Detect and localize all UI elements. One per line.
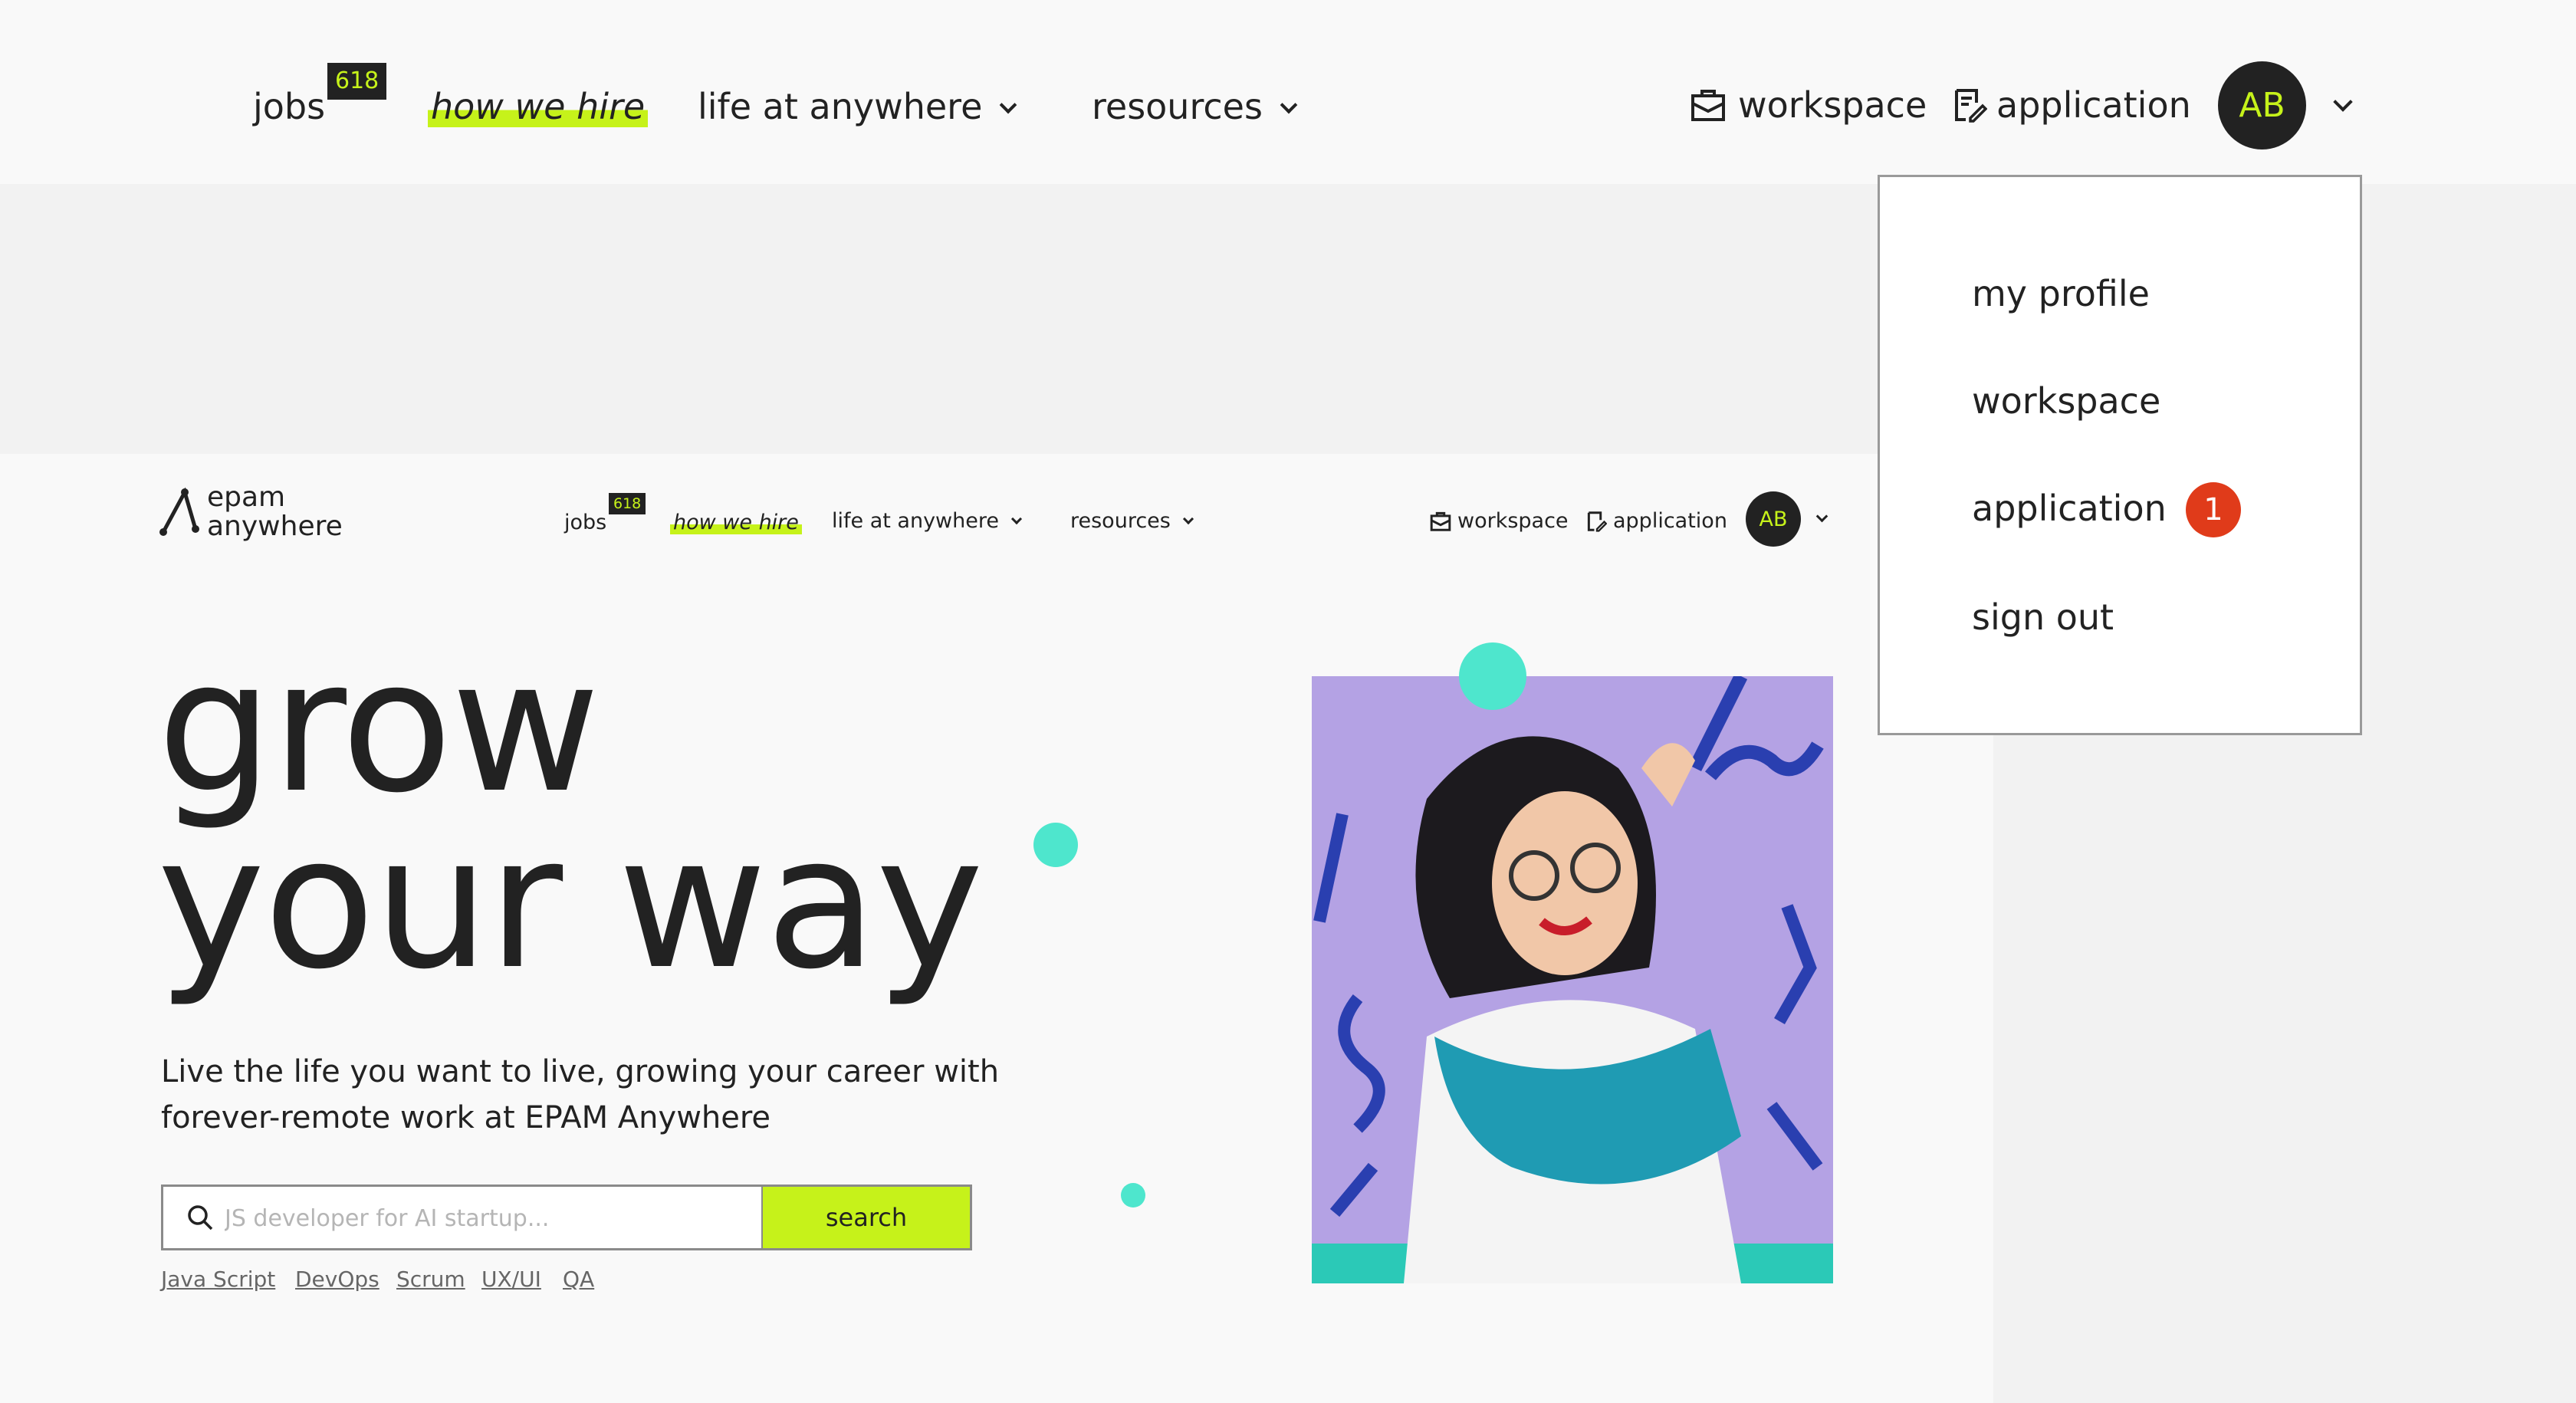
page-nav-application-label: application [1613,509,1727,533]
tag-javascript-link[interactable]: Java Script [161,1267,275,1292]
jobs-count-badge: 618 [327,63,387,100]
menu-item-sign-out[interactable]: sign out [1972,596,2114,638]
search-input[interactable] [225,1201,746,1236]
page-nav-workspace-label: workspace [1457,509,1569,533]
tag-devops-link[interactable]: DevOps [295,1267,380,1292]
hero-subtitle: Live the life you want to live, growing … [161,1054,1000,1135]
chevron-down-icon [1010,513,1023,525]
decorative-dot [1033,823,1078,867]
application-notification-badge: 1 [2186,482,2241,537]
epam-logo-icon [159,486,205,540]
logo-line-1: epam [207,481,286,513]
chevron-down-icon [1182,513,1194,525]
chevron-down-icon [1000,96,1017,114]
workspace-briefcase-icon [1691,90,1725,121]
page-nav-how-we-hire-link[interactable]: how we hire [670,511,802,534]
hero-title-line-2: your way [157,797,984,1010]
page-nav-application-link[interactable]: application [1587,509,1727,533]
menu-item-my-profile[interactable]: my profile [1972,273,2150,314]
tag-scrum-link[interactable]: Scrum [396,1267,465,1292]
nav-resources-menu[interactable]: resources [1092,86,1298,127]
page-nav-resources-menu[interactable]: resources [1070,509,1194,533]
menu-item-application[interactable]: application [1972,488,2167,529]
search-icon [188,1205,213,1230]
menu-item-workspace[interactable]: workspace [1972,380,2160,422]
application-document-icon [1955,89,1987,123]
nav-life-at-anywhere-menu[interactable]: life at anywhere [698,86,1017,127]
nav-resources-label: resources [1092,86,1263,127]
nav-how-we-hire-link[interactable]: how we hire [428,86,649,127]
page-nav-how-we-hire-label: how we hire [670,511,802,534]
job-search-box [161,1184,764,1250]
page-nav-jobs-link[interactable]: jobs [564,511,606,534]
search-button[interactable]: search [763,1184,972,1250]
account-dropdown-menu: my profile workspace application 1 sign … [1878,175,2362,735]
avatar[interactable]: AB [2218,61,2306,150]
tag-qa-link[interactable]: QA [563,1267,594,1292]
nav-workspace-label: workspace [1738,84,1927,126]
nav-life-label: life at anywhere [698,86,983,127]
nav-workspace-link[interactable]: workspace [1691,84,1927,126]
page-nav-resources-label: resources [1070,509,1171,533]
application-document-icon [1587,511,1607,532]
page-avatar[interactable]: AB [1746,491,1801,547]
page-nav-life-menu[interactable]: life at anywhere [832,509,1023,533]
tag-ux-ui-link[interactable]: UX/UI [481,1267,541,1292]
hero-title-line-1: grow [157,621,600,833]
page-jobs-count-badge: 618 [609,493,646,514]
page-nav-workspace-link[interactable]: workspace [1430,509,1569,533]
hero-photo [1312,676,1833,1283]
nav-jobs-link[interactable]: jobs [253,86,325,127]
nav-application-label: application [1996,84,2191,126]
logo-line-2: anywhere [207,511,343,542]
workspace-briefcase-icon [1430,511,1451,531]
decorative-dot [1121,1183,1145,1208]
nav-jobs-label: jobs [253,86,326,127]
chevron-down-icon [1280,96,1298,114]
nav-how-we-hire-label: how we hire [428,86,649,127]
page-nav-life-label: life at anywhere [832,509,999,533]
decorative-dot [1459,642,1526,710]
epam-anywhere-logo[interactable]: epam anywhere [207,483,343,541]
nav-application-link[interactable]: application [1953,84,2191,126]
